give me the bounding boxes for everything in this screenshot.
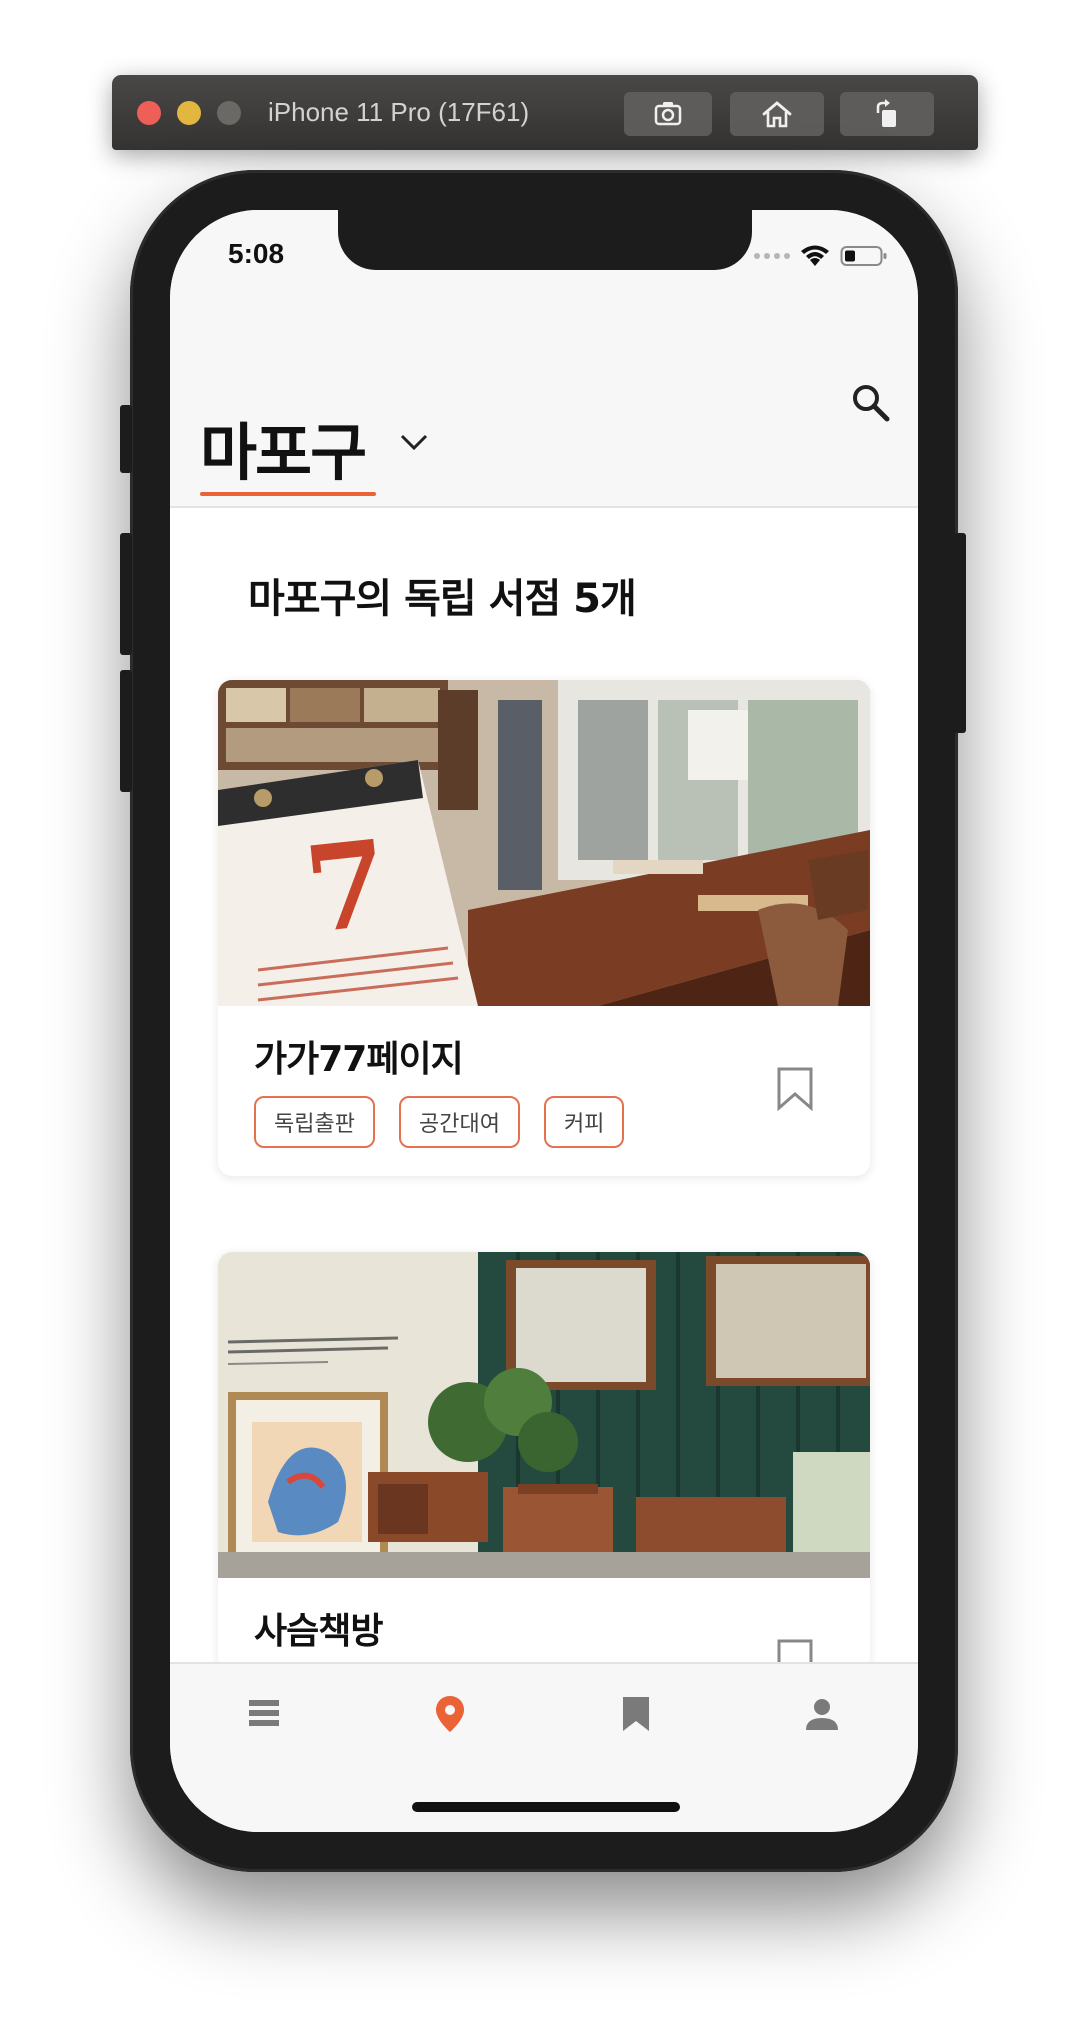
phone-screen: 5:08 마포구 마포구의 독립 서점 5개 7 가가77페이지 독립출판 공간… (170, 210, 918, 1832)
zoom-window-button[interactable] (217, 101, 241, 125)
home-indicator[interactable] (412, 1802, 680, 1812)
search-icon[interactable] (850, 382, 892, 424)
tab-bookmarks[interactable] (616, 1692, 656, 1736)
bookmark-outline-icon[interactable] (776, 1066, 814, 1112)
section-title: 마포구의 독립 서점 5개 (248, 576, 637, 622)
store-photo: 7 (218, 680, 870, 1006)
power-button (954, 533, 966, 733)
store-card[interactable]: 사슴책방 (218, 1252, 870, 1672)
home-button[interactable] (730, 92, 824, 136)
district-underline (200, 492, 376, 496)
window-title: iPhone 11 Pro (17F61) (268, 97, 530, 127)
battery-icon (840, 246, 887, 266)
tab-map[interactable] (430, 1692, 470, 1736)
svg-text:7: 7 (299, 813, 395, 960)
tag-chip[interactable]: 공간대여 (398, 1096, 520, 1148)
rotate-button[interactable] (840, 92, 934, 136)
screenshot-icon (654, 102, 682, 126)
rotate-icon (876, 99, 896, 127)
close-window-button[interactable] (137, 101, 161, 125)
store-tags: 독립출판 공간대여 커피 (254, 1096, 625, 1148)
volume-up-button (120, 533, 132, 655)
profile-icon (806, 1699, 838, 1730)
simulator-title-bar: iPhone 11 Pro (17F61) (112, 75, 978, 150)
tag-chip[interactable]: 커피 (543, 1096, 625, 1148)
home-icon (762, 101, 792, 128)
tag-chip[interactable]: 독립출판 (254, 1096, 375, 1148)
bookmark-icon (623, 1697, 649, 1731)
store-card[interactable]: 7 가가77페이지 독립출판 공간대여 커피 (218, 680, 870, 1176)
wifi-icon (801, 245, 829, 266)
chevron-down-icon[interactable] (398, 430, 430, 454)
district-title[interactable]: 마포구 (200, 402, 367, 492)
signal-dots-icon (754, 253, 790, 259)
tab-list[interactable] (244, 1692, 284, 1736)
store-name: 가가77페이지 (254, 1039, 464, 1080)
tab-profile[interactable] (802, 1692, 842, 1736)
screenshot-button[interactable] (624, 92, 712, 136)
notch (338, 210, 752, 270)
minimize-window-button[interactable] (177, 101, 201, 125)
volume-down-button (120, 670, 132, 792)
store-name: 사슴책방 (254, 1611, 383, 1652)
mute-switch (120, 405, 132, 473)
status-time: 5:08 (228, 238, 285, 269)
status-indicators (754, 244, 888, 268)
list-icon (249, 1700, 279, 1726)
store-photo (218, 1252, 870, 1578)
location-pin-icon (436, 1696, 464, 1732)
